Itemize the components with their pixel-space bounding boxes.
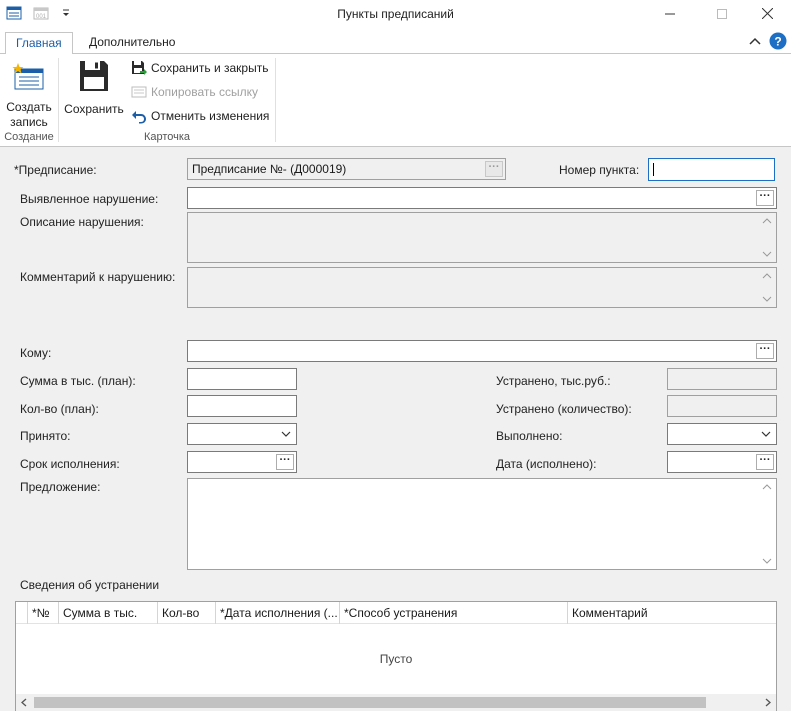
qty-plan-input[interactable] bbox=[187, 395, 297, 417]
ribbon-tab-strip: Главная Дополнительно ? bbox=[0, 28, 791, 55]
fixed-sum-field bbox=[667, 368, 777, 390]
proposal-label: Предложение: bbox=[20, 480, 101, 494]
group-separator bbox=[58, 58, 59, 142]
order-label: *Предписание: bbox=[14, 163, 97, 177]
deadline-label: Срок исполнения: bbox=[20, 457, 120, 471]
to-whom-label: Кому: bbox=[20, 346, 52, 360]
sum-plan-input[interactable] bbox=[187, 368, 297, 390]
scroll-right-icon[interactable] bbox=[764, 698, 772, 707]
accepted-label: Принято: bbox=[20, 429, 71, 443]
item-number-input[interactable] bbox=[648, 158, 775, 181]
done-select[interactable] bbox=[667, 423, 777, 445]
scroll-down-icon[interactable] bbox=[761, 294, 773, 304]
save-close-icon bbox=[132, 61, 147, 75]
done-date-label: Дата (исполнено): bbox=[496, 457, 597, 471]
description-label: Описание нарушения: bbox=[20, 215, 144, 229]
title-bar: 001 Пункты предписаний bbox=[0, 0, 791, 28]
grid-header-comment[interactable]: Комментарий bbox=[568, 602, 776, 624]
create-record-button[interactable]: Создать запись bbox=[3, 58, 55, 129]
undo-changes-label: Отменить изменения bbox=[151, 109, 270, 123]
comment-label: Комментарий к нарушению: bbox=[20, 270, 176, 284]
undo-changes-button[interactable]: Отменить изменения bbox=[131, 106, 271, 126]
fixed-qty-label: Устранено (количество): bbox=[496, 402, 632, 416]
grid-header-sum[interactable]: Сумма в тыс. bbox=[59, 602, 158, 624]
minimize-icon bbox=[665, 13, 675, 15]
done-date-picker-button[interactable]: ··· bbox=[756, 454, 774, 470]
group-separator bbox=[275, 58, 276, 142]
group-label-card: Карточка bbox=[143, 131, 191, 143]
elimination-section-title: Сведения об устранении bbox=[20, 578, 160, 592]
minimize-button[interactable] bbox=[647, 0, 693, 28]
close-icon bbox=[761, 7, 773, 20]
tab-additional[interactable]: Дополнительно bbox=[79, 32, 185, 55]
scroll-down-icon[interactable] bbox=[761, 249, 773, 259]
scroll-down-icon[interactable] bbox=[761, 556, 773, 566]
to-whom-select-button[interactable]: ··· bbox=[756, 343, 774, 359]
maximize-icon bbox=[717, 9, 727, 19]
fixed-sum-label: Устранено, тыс.руб.: bbox=[496, 374, 611, 388]
tab-home[interactable]: Главная bbox=[5, 32, 73, 55]
violation-field[interactable]: ··· bbox=[187, 187, 777, 209]
grid-header-date[interactable]: *Дата исполнения (... bbox=[216, 602, 340, 624]
order-field[interactable]: Предписание №- (Д000019) ··· bbox=[187, 158, 506, 180]
deadline-date-field[interactable]: ··· bbox=[187, 451, 297, 473]
proposal-textarea[interactable] bbox=[187, 478, 777, 570]
grid-header-qty[interactable]: Кол-во bbox=[158, 602, 216, 624]
horizontal-scrollbar[interactable] bbox=[16, 694, 776, 711]
scrollbar-thumb[interactable] bbox=[34, 697, 706, 708]
close-button[interactable] bbox=[744, 0, 790, 28]
order-select-button[interactable]: ··· bbox=[485, 161, 503, 177]
item-number-label: Номер пункта: bbox=[559, 163, 640, 177]
scroll-up-icon[interactable] bbox=[761, 271, 773, 281]
collapse-ribbon-icon[interactable] bbox=[749, 36, 761, 46]
chevron-down-icon bbox=[281, 431, 291, 437]
undo-icon bbox=[132, 111, 146, 124]
create-record-label: Создать запись bbox=[6, 100, 52, 129]
save-icon bbox=[80, 61, 108, 91]
grid-header-method[interactable]: *Способ устранения bbox=[340, 602, 568, 624]
help-icon[interactable]: ? bbox=[769, 32, 787, 50]
maximize-button[interactable] bbox=[699, 0, 745, 28]
grid-header: *№ Сумма в тыс. Кол-во *Дата исполнения … bbox=[16, 602, 776, 624]
fixed-qty-field bbox=[667, 395, 777, 417]
deadline-picker-button[interactable]: ··· bbox=[276, 454, 294, 470]
accepted-select[interactable] bbox=[187, 423, 297, 445]
new-record-icon bbox=[12, 63, 44, 90]
text-caret bbox=[653, 163, 654, 176]
save-button[interactable]: Сохранить bbox=[63, 58, 125, 128]
copy-link-button[interactable]: Копировать ссылку bbox=[131, 82, 271, 102]
scroll-left-icon[interactable] bbox=[20, 698, 28, 707]
save-label: Сохранить bbox=[64, 102, 124, 116]
copy-link-label: Копировать ссылку bbox=[151, 85, 258, 99]
to-whom-field[interactable]: ··· bbox=[187, 340, 777, 362]
description-textarea[interactable] bbox=[187, 212, 777, 263]
scroll-up-icon[interactable] bbox=[761, 482, 773, 492]
qty-plan-label: Кол-во (план): bbox=[20, 402, 99, 416]
done-label: Выполнено: bbox=[496, 429, 563, 443]
sum-plan-label: Сумма в тыс. (план): bbox=[20, 374, 136, 388]
chevron-down-icon bbox=[761, 431, 771, 437]
grid-empty-text: Пусто bbox=[379, 652, 413, 666]
group-label-creation: Создание bbox=[4, 131, 54, 143]
done-date-field[interactable]: ··· bbox=[667, 451, 777, 473]
copy-link-icon bbox=[131, 86, 147, 98]
violation-label: Выявленное нарушение: bbox=[20, 192, 159, 206]
save-and-close-button[interactable]: Сохранить и закрыть bbox=[131, 58, 271, 78]
order-value: Предписание №- (Д000019) bbox=[192, 162, 347, 176]
save-close-label: Сохранить и закрыть bbox=[151, 61, 269, 75]
ribbon: Создать запись Создание Сохранить Сохран… bbox=[0, 54, 791, 147]
elimination-grid[interactable]: *№ Сумма в тыс. Кол-во *Дата исполнения … bbox=[15, 601, 777, 711]
grid-row-indicator-header bbox=[16, 602, 28, 624]
violation-select-button[interactable]: ··· bbox=[756, 190, 774, 206]
scroll-up-icon[interactable] bbox=[761, 216, 773, 226]
svg-text:?: ? bbox=[774, 35, 781, 49]
grid-header-number[interactable]: *№ bbox=[28, 602, 59, 624]
comment-textarea[interactable] bbox=[187, 267, 777, 308]
